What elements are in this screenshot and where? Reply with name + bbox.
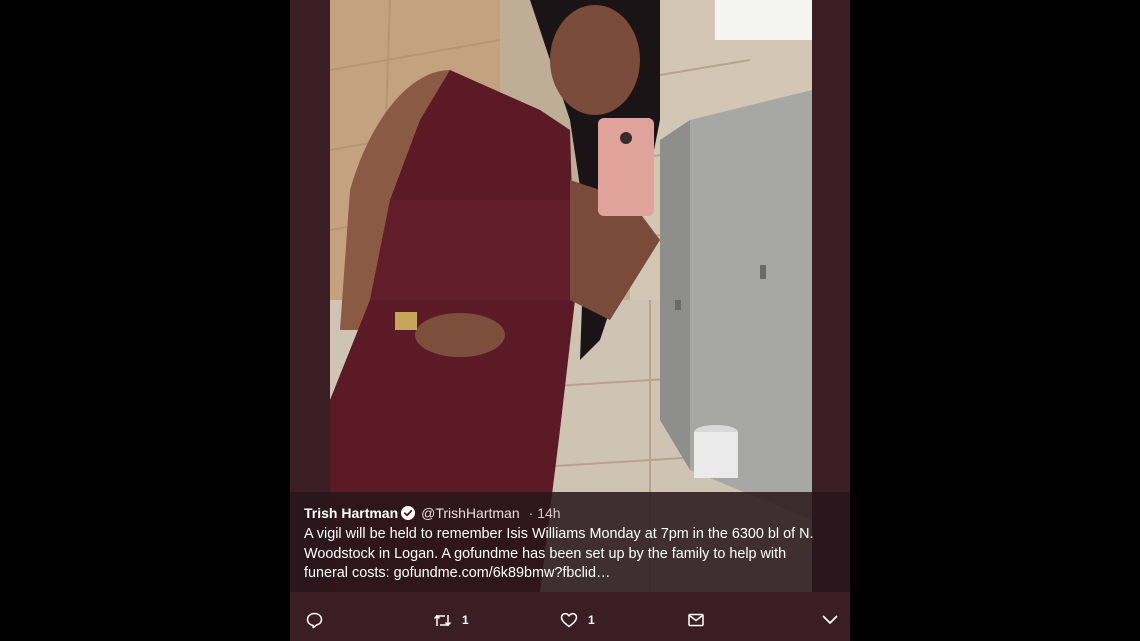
- author-handle[interactable]: @TrishHartman: [421, 505, 520, 521]
- verified-badge-icon: [401, 506, 416, 520]
- author-name[interactable]: Trish Hartman: [304, 505, 398, 521]
- separator-dot: ·: [528, 505, 534, 521]
- tweet-overlay: Trish Hartman @TrishHartman · 14h A vigi…: [290, 492, 850, 592]
- reply-button[interactable]: [306, 610, 323, 630]
- tweet-header: Trish Hartman @TrishHartman · 14h: [304, 505, 561, 521]
- retweet-button[interactable]: 1: [433, 610, 469, 630]
- tweet-link[interactable]: gofundme.com/6k89bmw?fbclid…: [394, 565, 611, 581]
- message-button[interactable]: [688, 610, 704, 630]
- tweet-time: 14h: [537, 505, 561, 521]
- like-count: 1: [588, 613, 595, 627]
- tweet-actions: 1 1: [290, 600, 850, 640]
- tweet-card: Trish Hartman @TrishHartman · 14h A vigi…: [290, 0, 850, 641]
- more-options-button[interactable]: [822, 610, 838, 630]
- retweet-count: 1: [462, 613, 469, 627]
- tweet-text: A vigil will be held to remember Isis Wi…: [304, 525, 824, 584]
- retweet-icon: [433, 612, 452, 629]
- envelope-icon: [688, 613, 704, 627]
- heart-icon: [560, 612, 578, 628]
- like-button[interactable]: 1: [560, 610, 595, 630]
- reply-icon: [306, 612, 323, 629]
- tweet-timestamp[interactable]: · 14h: [529, 505, 561, 521]
- chevron-down-icon: [822, 615, 838, 625]
